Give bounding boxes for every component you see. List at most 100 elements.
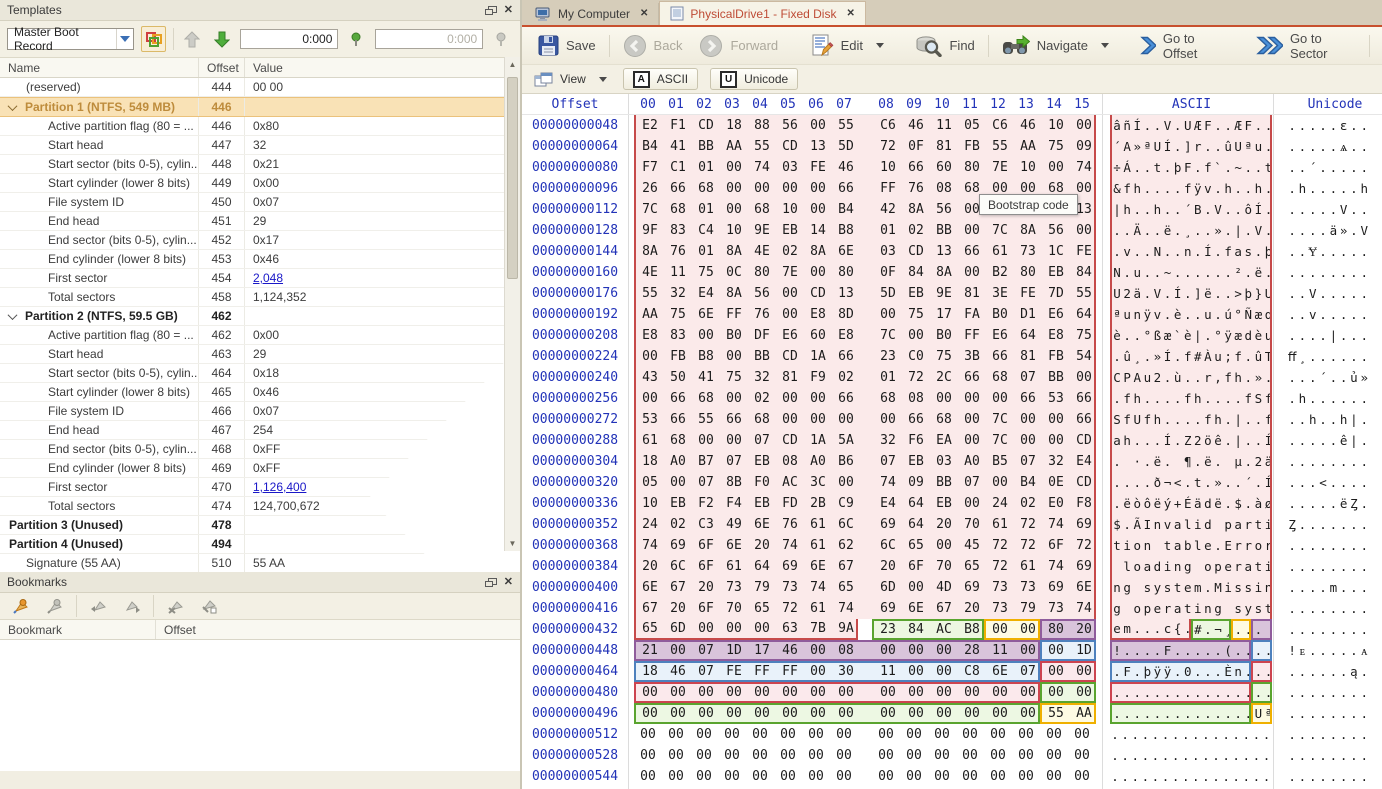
ascii-char[interactable]: . — [1223, 286, 1233, 301]
ascii-char[interactable]: . — [1261, 748, 1271, 763]
unicode-char[interactable]: . — [1359, 748, 1369, 763]
ascii-char[interactable]: Z — [1183, 433, 1193, 448]
unicode-char[interactable]: . — [1287, 181, 1297, 196]
ascii-char[interactable]: . — [1263, 664, 1271, 679]
unicode-char[interactable]: . — [1328, 433, 1338, 448]
ascii-char[interactable]: ¸ — [1223, 622, 1231, 637]
hex-byte[interactable]: 46 — [664, 664, 692, 679]
hex-byte[interactable]: 00 — [1014, 643, 1040, 658]
unicode-char[interactable]: . — [1328, 244, 1338, 259]
hex-byte[interactable]: 75 — [664, 307, 692, 322]
hex-byte[interactable]: 75 — [902, 307, 930, 322]
hex-byte[interactable]: 00 — [804, 706, 832, 721]
ascii-char[interactable]: æ — [1253, 307, 1263, 322]
hex-byte[interactable]: 00 — [774, 748, 802, 763]
unicode-char[interactable]: . — [1338, 391, 1348, 406]
ascii-char[interactable]: . — [1243, 160, 1253, 175]
unicode-char[interactable]: » — [1359, 370, 1369, 385]
hex-byte[interactable]: 00 — [692, 328, 720, 343]
unicode-char[interactable]: . — [1328, 748, 1338, 763]
ascii-char[interactable]: F — [1162, 643, 1172, 658]
ascii-char[interactable]: . — [1183, 685, 1193, 700]
unicode-char[interactable]: . — [1287, 769, 1297, 784]
hex-byte[interactable]: 74 — [1070, 160, 1096, 175]
ascii-char[interactable]: . — [1162, 412, 1172, 427]
ascii-char[interactable]: n — [1183, 244, 1193, 259]
hex-byte[interactable]: CD — [692, 118, 720, 133]
hex-byte[interactable]: EB — [902, 286, 930, 301]
ascii-char[interactable]: f — [1122, 391, 1132, 406]
ascii-char[interactable]: < — [1173, 475, 1183, 490]
hex-byte[interactable]: C6 — [874, 118, 902, 133]
ascii-char[interactable]: F — [1122, 664, 1132, 679]
hex-byte[interactable]: 68 — [874, 391, 902, 406]
hex-byte[interactable]: FF — [720, 307, 748, 322]
hex-byte[interactable]: 6E — [902, 601, 930, 616]
hex-byte[interactable]: 66 — [902, 412, 930, 427]
ascii-char[interactable]: # — [1193, 622, 1203, 637]
ascii-char[interactable]: û — [1223, 139, 1233, 154]
ascii-char[interactable]: f — [1263, 391, 1271, 406]
hex-byte[interactable]: F9 — [804, 370, 832, 385]
ascii-char[interactable]: . — [1183, 412, 1193, 427]
ascii-char[interactable]: . — [1193, 643, 1203, 658]
unicode-char[interactable]: . — [1338, 769, 1348, 784]
hex-byte[interactable]: 73 — [986, 601, 1014, 616]
hex-byte[interactable]: 72 — [986, 559, 1014, 574]
unicode-char[interactable]: . — [1359, 286, 1369, 301]
hex-byte[interactable]: 09 — [902, 475, 930, 490]
ascii-char[interactable]: ~ — [1162, 265, 1172, 280]
ascii-char[interactable]: . — [1162, 160, 1172, 175]
hex-byte[interactable]: 00 — [718, 727, 746, 742]
hex-byte[interactable]: 00 — [956, 727, 984, 742]
ascii-char[interactable]: . — [1173, 349, 1183, 364]
ascii-char[interactable]: . — [1251, 769, 1261, 784]
unicode-char[interactable]: . — [1318, 160, 1328, 175]
unicode-char[interactable]: . — [1318, 580, 1328, 595]
unicode-char[interactable]: . — [1338, 559, 1348, 574]
ascii-char[interactable]: V — [1162, 118, 1172, 133]
ascii-char[interactable]: . — [1110, 748, 1120, 763]
ascii-char[interactable]: . — [1112, 223, 1122, 238]
ascii-char[interactable]: r — [1233, 559, 1243, 574]
hex-byte[interactable]: 00 — [774, 727, 802, 742]
hex-byte[interactable]: 23 — [874, 349, 902, 364]
hex-byte[interactable]: 02 — [664, 517, 692, 532]
hex-byte[interactable]: 79 — [748, 580, 776, 595]
ascii-char[interactable]: ` — [1213, 160, 1223, 175]
ascii-char[interactable]: h — [1152, 202, 1162, 217]
unicode-char[interactable]: . — [1297, 538, 1307, 553]
hex-byte[interactable]: 17 — [930, 307, 958, 322]
hex-byte[interactable]: 00 — [1014, 685, 1040, 700]
ascii-char[interactable]: µ — [1233, 454, 1243, 469]
unicode-char[interactable]: . — [1318, 559, 1328, 574]
hex-byte[interactable]: 13 — [832, 286, 860, 301]
hex-byte[interactable]: 74 — [832, 601, 860, 616]
hex-row[interactable]: 000000001448A76018A4E028A6E03CD136661731… — [522, 241, 1382, 262]
hex-byte[interactable]: 00 — [776, 685, 804, 700]
unicode-char[interactable]: . — [1349, 580, 1359, 595]
unicode-char[interactable]: . — [1308, 496, 1318, 511]
next-item-button[interactable] — [211, 27, 234, 51]
hex-byte[interactable]: 0F — [902, 139, 930, 154]
hex-byte[interactable]: B8 — [692, 349, 720, 364]
hex-byte[interactable]: 80 — [1042, 622, 1070, 637]
unicode-char[interactable]: . — [1359, 685, 1369, 700]
ascii-char[interactable]: f — [1183, 391, 1193, 406]
hex-byte[interactable]: 84 — [902, 265, 930, 280]
unicode-char[interactable]: . — [1338, 244, 1348, 259]
ascii-char[interactable]: d — [1152, 559, 1162, 574]
unicode-char[interactable]: . — [1297, 496, 1307, 511]
ascii-char[interactable]: . — [1142, 118, 1152, 133]
ascii-char[interactable]: . — [1152, 265, 1162, 280]
hex-byte[interactable]: 72 — [776, 601, 804, 616]
ascii-char[interactable]: . — [1132, 244, 1142, 259]
hex-row[interactable]: 0000000036874696F6E207461626C65004572726… — [522, 535, 1382, 556]
hex-row[interactable]: 00000000432656D000000637B9A2384ACB800008… — [522, 619, 1382, 640]
ascii-char[interactable]: h — [1122, 202, 1132, 217]
template-row[interactable]: End sector (bits 0-5), cylin...4520x17 — [0, 231, 520, 250]
hex-byte[interactable]: 66 — [832, 391, 860, 406]
hex-byte[interactable]: 00 — [830, 748, 858, 763]
forward-button[interactable]: Forward — [695, 32, 782, 60]
hex-byte[interactable]: 6E — [1070, 580, 1096, 595]
